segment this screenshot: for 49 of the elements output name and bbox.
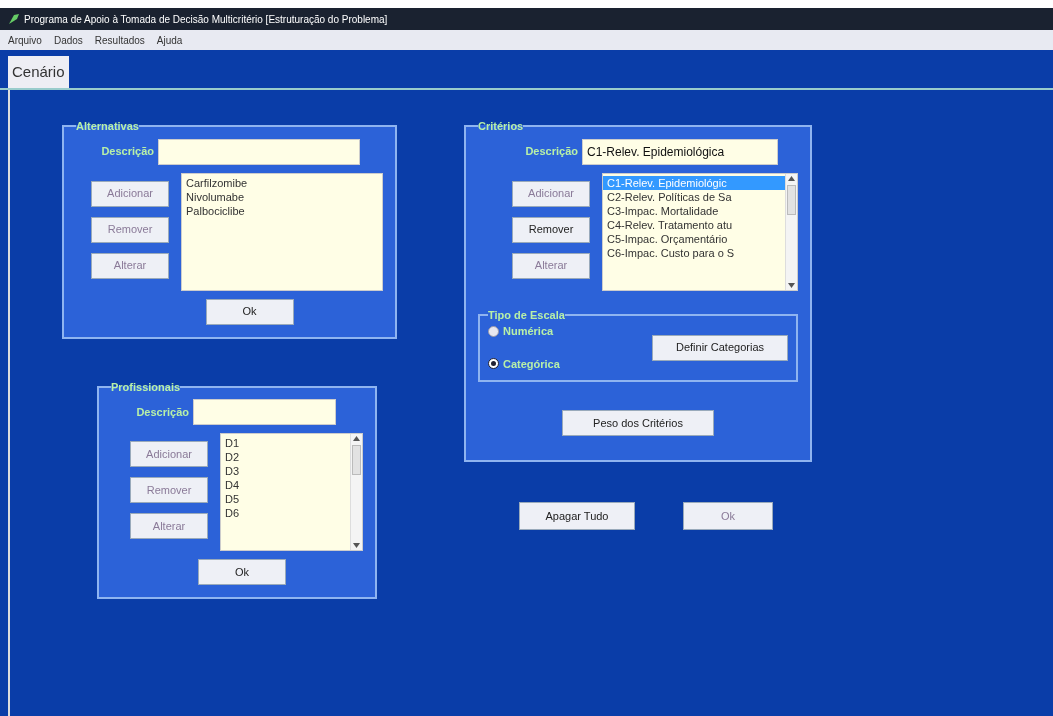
list-item[interactable]: C3-Impac. Mortalidade — [603, 203, 785, 218]
list-item[interactable]: D4 — [221, 478, 350, 492]
list-item[interactable]: D6 — [221, 506, 350, 520]
down-arrow-icon[interactable] — [788, 282, 795, 288]
button[interactable]: Ok — [198, 559, 286, 585]
up-arrow-icon[interactable] — [353, 436, 360, 441]
field-label: Descrição — [100, 144, 154, 160]
tab[interactable]: Cenário — [8, 56, 69, 88]
description-field[interactable] — [193, 399, 336, 425]
up-arrow-icon[interactable] — [788, 175, 795, 181]
field-label: Descrição — [524, 144, 578, 160]
button[interactable]: Remover — [512, 216, 590, 243]
list-item[interactable]: D3 — [221, 464, 350, 478]
button[interactable]: Apagar Tudo — [519, 502, 635, 530]
button[interactable]: Definir Categorias — [652, 334, 788, 361]
scroll-thumb[interactable] — [787, 184, 796, 215]
list-item[interactable]: D2 — [221, 450, 350, 464]
radio-button[interactable] — [488, 358, 499, 370]
radio-label[interactable]: Categórica — [503, 355, 560, 372]
scrollbar[interactable] — [350, 434, 362, 550]
radio-label[interactable]: Numérica — [503, 323, 554, 340]
radio-button[interactable] — [488, 325, 499, 337]
app-icon — [8, 13, 20, 25]
list-item[interactable]: D5 — [221, 492, 350, 506]
field-label: Descrição — [135, 404, 189, 420]
button[interactable]: Ok — [205, 298, 294, 325]
group-title: Alternativas — [76, 119, 139, 134]
menu-item[interactable]: Ajuda — [156, 32, 183, 48]
scroll-thumb[interactable] — [352, 445, 361, 475]
button[interactable]: Peso dos Critérios — [562, 410, 714, 436]
scrollbar[interactable] — [785, 173, 797, 290]
list-item[interactable]: D1 — [221, 436, 350, 450]
menu-item[interactable]: Dados — [53, 32, 83, 48]
list-item[interactable]: C2-Relev. Políticas de Sa — [603, 189, 785, 204]
list-item[interactable]: C6-Impac. Custo para o S — [603, 245, 785, 260]
down-arrow-icon[interactable] — [353, 543, 360, 548]
menu-item[interactable]: Arquivo — [8, 32, 42, 48]
list-item[interactable]: Carfilzomibe — [182, 175, 382, 190]
window-title: Programa de Apoio à Tomada de Decisão Multicritério [Estruturação do Problema] — [24, 12, 388, 27]
group-title: Critérios — [478, 119, 524, 134]
menu-item[interactable]: Resultados — [94, 32, 145, 48]
list-item[interactable]: C5-Impac. Orçamentário — [603, 231, 785, 246]
group-title: Tipo de Escala — [488, 307, 565, 323]
description-field[interactable]: C1-Relev. Epidemiológica — [582, 138, 778, 165]
list-item[interactable]: C4-Relev. Tratamento atu — [603, 217, 785, 232]
description-field[interactable] — [158, 138, 360, 165]
group-title: Profissionais — [111, 379, 181, 395]
list-item[interactable]: Palbociclibe — [182, 203, 382, 218]
list-item[interactable]: Nivolumabe — [182, 189, 382, 204]
